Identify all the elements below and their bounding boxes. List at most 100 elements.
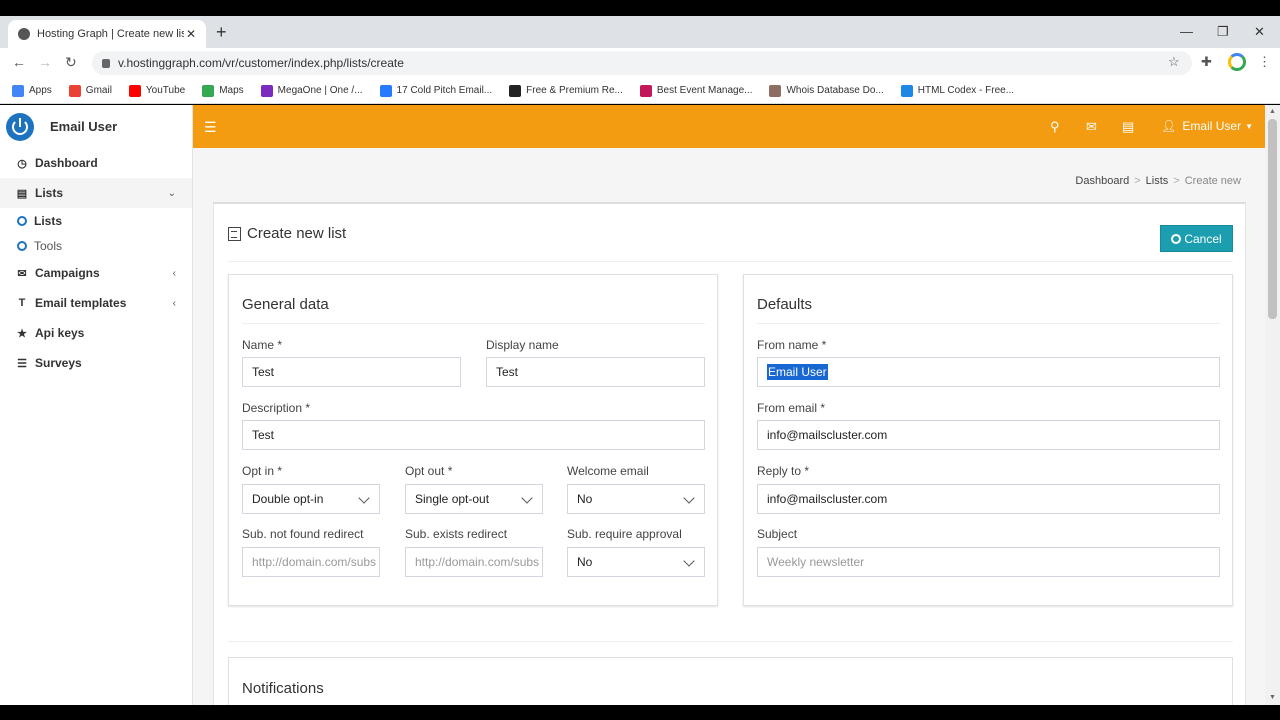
- bookmark-item[interactable]: Best Event Manage...: [639, 84, 752, 97]
- bookmark-favicon-icon: [639, 84, 652, 97]
- hamburger-icon[interactable]: ☰: [204, 119, 217, 136]
- reload-icon[interactable]: ↻: [65, 54, 77, 71]
- sub-approval-select[interactable]: No: [567, 547, 705, 577]
- sub-not-found-input[interactable]: http://domain.com/subs: [242, 547, 380, 577]
- page-title: Create new list: [228, 225, 346, 242]
- envelope-icon[interactable]: ✉: [1086, 119, 1097, 135]
- bookmark-item[interactable]: Free & Premium Re...: [509, 84, 623, 97]
- page-scrollbar[interactable]: ▲ ▼: [1265, 105, 1280, 705]
- opt-in-select[interactable]: Double opt-in: [242, 484, 380, 514]
- sidebar-item-label: Campaigns: [35, 266, 100, 280]
- bookmark-item[interactable]: YouTube: [128, 84, 186, 97]
- opt-in-label: Opt in *: [242, 464, 283, 478]
- list-icon: ▤: [16, 187, 28, 200]
- window-close-icon[interactable]: ✕: [1254, 24, 1265, 40]
- general-data-panel: General data Name * Test Display name Te…: [228, 274, 718, 606]
- bookmark-star-icon[interactable]: ☆: [1168, 54, 1180, 70]
- browser-menu-icon[interactable]: ⋮: [1258, 54, 1271, 70]
- reply-to-label: Reply to *: [757, 464, 810, 478]
- bookmark-label: MegaOne | One /...: [277, 85, 363, 96]
- from-email-input[interactable]: info@mailscluster.com: [757, 420, 1220, 450]
- sidebar-subitem-tools[interactable]: Tools: [0, 233, 192, 258]
- tab-strip: Hosting Graph | Create new list ✕ + — ❐ …: [0, 16, 1280, 48]
- user-menu[interactable]: 👤︎ Email User ▼: [1161, 119, 1253, 133]
- breadcrumb-current: Create new: [1184, 175, 1241, 187]
- sidebar-item-api-keys[interactable]: ★ Api keys: [0, 318, 192, 348]
- subject-label: Subject: [757, 527, 798, 541]
- bookmark-favicon-icon: [12, 84, 24, 97]
- description-label: Description *: [242, 401, 311, 415]
- bookmark-item[interactable]: HTML Codex - Free...: [900, 84, 1014, 97]
- breadcrumb: Dashboard > Lists > Create new: [1075, 175, 1241, 187]
- breadcrumb-dashboard[interactable]: Dashboard: [1075, 175, 1129, 187]
- search-icon[interactable]: ⚲: [1050, 119, 1060, 135]
- cancel-button[interactable]: Cancel: [1160, 225, 1233, 252]
- window-bottom-edge: [0, 705, 1280, 720]
- address-bar[interactable]: v.hostinggraph.com/vr/customer/index.php…: [92, 51, 1192, 75]
- cancel-circle-icon: [1171, 233, 1182, 244]
- list-icon: [228, 226, 241, 241]
- sidebar-item-campaigns[interactable]: ✉ Campaigns ‹: [0, 258, 192, 288]
- notifications-list-icon[interactable]: ▤: [1122, 119, 1134, 135]
- subject-input[interactable]: Weekly newsletter: [757, 547, 1220, 577]
- bars-icon: ☰: [17, 357, 27, 370]
- chevron-left-icon: ‹: [172, 297, 176, 309]
- opt-out-label: Opt out *: [405, 464, 453, 478]
- bookmark-label: Free & Premium Re...: [526, 85, 623, 96]
- extensions-icon[interactable]: ✚: [1201, 54, 1212, 70]
- from-name-value: Email User: [767, 364, 828, 380]
- bookmark-item[interactable]: Maps: [202, 84, 244, 97]
- sub-approval-label: Sub. require approval: [567, 527, 682, 541]
- bookmark-favicon-icon: [900, 84, 913, 97]
- name-input[interactable]: Test: [242, 357, 461, 387]
- profile-avatar[interactable]: [1228, 53, 1246, 71]
- display-name-input[interactable]: Test: [486, 357, 705, 387]
- opt-out-select[interactable]: Single opt-out: [405, 484, 543, 514]
- create-list-box: Create new list Cancel General data Name…: [213, 202, 1246, 705]
- notifications-panel: Notifications: [228, 657, 1233, 705]
- page-title-text: Create new list: [247, 225, 347, 242]
- brand[interactable]: Email User: [0, 105, 192, 148]
- bookmark-favicon-icon: [128, 84, 141, 97]
- maximize-icon[interactable]: ❐: [1217, 24, 1229, 40]
- reply-to-input[interactable]: info@mailscluster.com: [757, 484, 1220, 514]
- main-content: ☰ ⚲ ✉ ▤ 👤︎ Email User ▼ Dashboard > Lists >…: [193, 105, 1265, 705]
- sidebar-item-lists[interactable]: ▤ Lists ⌄: [0, 178, 192, 208]
- sidebar-item-dashboard[interactable]: ◷ Dashboard: [0, 148, 192, 178]
- new-tab-icon[interactable]: +: [216, 22, 227, 43]
- browser-tab[interactable]: Hosting Graph | Create new list ✕: [8, 20, 206, 48]
- url-text: v.hostinggraph.com/vr/customer/index.php…: [118, 56, 404, 70]
- scroll-up-icon[interactable]: ▲: [1269, 108, 1276, 115]
- back-icon[interactable]: ←: [12, 54, 26, 70]
- scrollbar-thumb[interactable]: [1268, 119, 1277, 319]
- brand-name: Email User: [50, 119, 118, 134]
- welcome-email-select[interactable]: No: [567, 484, 705, 514]
- cancel-label: Cancel: [1184, 231, 1222, 246]
- tab-title: Hosting Graph | Create new list: [37, 28, 184, 40]
- sub-exists-input[interactable]: http://domain.com/subs: [405, 547, 543, 577]
- panel-title: Defaults: [757, 296, 813, 313]
- bookmark-item[interactable]: Whois Database Do...: [769, 84, 884, 97]
- divider: [228, 261, 1233, 262]
- bookmark-item[interactable]: 17 Cold Pitch Email...: [379, 84, 492, 97]
- breadcrumb-lists[interactable]: Lists: [1146, 175, 1169, 187]
- bookmark-favicon-icon: [379, 84, 392, 97]
- minimize-icon[interactable]: —: [1180, 24, 1193, 39]
- forward-icon[interactable]: →: [38, 54, 52, 70]
- bookmark-item[interactable]: MegaOne | One /...: [260, 84, 363, 97]
- sidebar-item-surveys[interactable]: ☰ Surveys: [0, 348, 192, 378]
- bookmark-favicon-icon: [260, 84, 273, 97]
- from-name-input[interactable]: Email User: [757, 357, 1220, 387]
- bookmark-item[interactable]: Gmail: [68, 84, 112, 97]
- dashboard-icon: ◷: [17, 157, 27, 170]
- sidebar-item-label: Lists: [35, 186, 64, 200]
- scroll-down-icon[interactable]: ▼: [1269, 694, 1276, 701]
- bookmark-label: Maps: [219, 85, 244, 96]
- sidebar-subitem-lists[interactable]: Lists: [0, 208, 192, 233]
- bookmark-label: YouTube: [145, 85, 186, 96]
- description-input[interactable]: Test: [242, 420, 705, 450]
- sidebar-item-email-templates[interactable]: T Email templates ‹: [0, 288, 192, 318]
- bookmark-favicon-icon: [509, 84, 522, 97]
- tab-close-icon[interactable]: ✕: [184, 27, 198, 41]
- bookmark-item[interactable]: Apps: [12, 84, 52, 97]
